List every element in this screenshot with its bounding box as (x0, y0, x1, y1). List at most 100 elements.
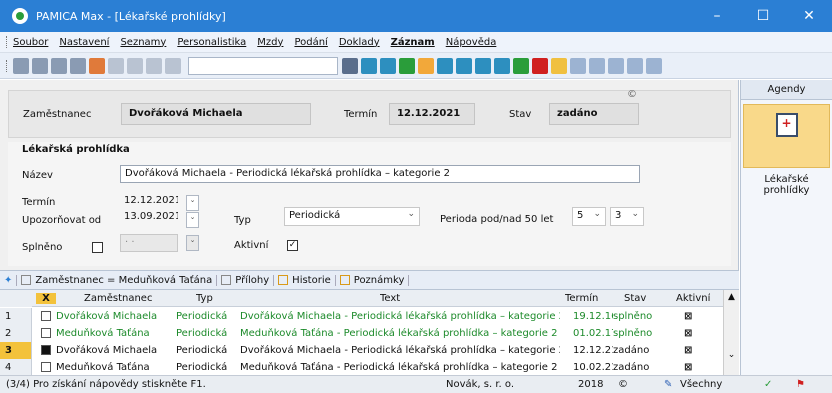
status-year: 2018 (578, 379, 604, 390)
row-number[interactable]: 2 (0, 325, 32, 342)
grid-icon-2[interactable] (456, 57, 472, 74)
paste-icon[interactable] (165, 57, 181, 74)
notify-field[interactable]: 13.09.2021 (120, 209, 178, 225)
col-text[interactable]: Text (380, 293, 400, 304)
attachment-icon (221, 275, 232, 285)
table-row[interactable]: 3 Dvořáková Michaela Periodická Dvořáková M… (0, 342, 723, 359)
filter-icon[interactable] (342, 57, 358, 74)
menu-seznamy[interactable]: Seznamy (120, 37, 166, 48)
grid-scrollbar[interactable]: ▲ ⌄ (723, 290, 739, 375)
cell-employee: Dvořáková Michaela (56, 345, 158, 356)
view-icon-3[interactable] (627, 57, 643, 74)
preview-icon[interactable] (70, 57, 86, 74)
tab-historie[interactable]: Historie (278, 274, 336, 286)
folder-icon[interactable] (551, 57, 567, 74)
star-icon[interactable] (418, 57, 434, 74)
col-employee[interactable]: Zaměstnanec (84, 293, 152, 304)
tab-poznamky[interactable]: Poznámky (339, 274, 410, 286)
filter-red-icon[interactable] (532, 57, 548, 74)
toolbar-combo[interactable] (188, 56, 338, 75)
tab-prilohy[interactable]: Přílohy (221, 274, 275, 286)
cell-type: Periodická (176, 328, 228, 339)
row-number[interactable]: 3 (0, 342, 32, 359)
cell-term: 19.12.16 (573, 311, 613, 322)
col-term[interactable]: Termín (565, 293, 598, 304)
pin-icon[interactable]: ✦ (4, 274, 18, 286)
done-spinner[interactable]: ⌄ (186, 235, 199, 251)
menu-personalistika[interactable]: Personalistika (177, 37, 246, 48)
print-icon[interactable] (51, 57, 67, 74)
cell-type: Periodická (176, 311, 228, 322)
col-active[interactable]: Aktivní (676, 293, 710, 304)
col-x[interactable]: X (36, 292, 56, 304)
agendy-header: Agendy (741, 80, 832, 100)
status-filter[interactable]: Všechny (680, 379, 722, 390)
row-number[interactable]: 1 (0, 308, 32, 325)
col-state[interactable]: Stav (624, 293, 646, 304)
status-flag-icon[interactable]: ⚑ (796, 379, 805, 390)
cell-text: Meduňková Taťána - Periodická lékařská p… (240, 328, 558, 339)
period-label: Perioda pod/nad 50 let (440, 214, 554, 225)
cell-active-checkbox[interactable]: ⊠ (684, 328, 692, 339)
table-row[interactable]: 2 Meduňková Taťána Periodická Meduňková Tať… (0, 325, 723, 342)
export-icon[interactable] (361, 57, 377, 74)
period-under-select[interactable]: 5 ⌄ (572, 207, 606, 226)
grid-icon-3[interactable] (475, 57, 491, 74)
tab-filter-employee[interactable]: Zaměstnanec = Meduňková Taťána (21, 274, 218, 286)
cell-active-checkbox[interactable]: ⊠ (684, 311, 692, 322)
col-type[interactable]: Typ (196, 293, 213, 304)
period-over-select[interactable]: 3 ⌄ (610, 207, 644, 226)
menu-soubor[interactable]: Soubor (13, 37, 48, 48)
exam-term-field[interactable]: 12.12.2021 (120, 193, 178, 209)
maximize-button[interactable]: ☐ (740, 0, 786, 32)
import-icon[interactable] (380, 57, 396, 74)
grid-icon-1[interactable] (437, 57, 453, 74)
menu-mzdy[interactable]: Mzdy (257, 37, 283, 48)
done-checkbox[interactable] (92, 242, 103, 253)
row-checkbox[interactable] (41, 328, 51, 338)
agendy-item-lekarske-prohlidky[interactable] (743, 104, 830, 168)
done-date-field[interactable]: · · (120, 234, 178, 252)
help-icon[interactable] (646, 57, 662, 74)
period-under-value: 5 (577, 210, 584, 221)
table-row[interactable]: 1 Dvořáková Michaela Periodická Dvořáková M… (0, 308, 723, 325)
filter-green-icon[interactable] (513, 57, 529, 74)
close-button[interactable]: ✕ (786, 0, 832, 32)
cell-active-checkbox[interactable]: ⊠ (684, 362, 692, 373)
active-checkbox[interactable]: ✓ (287, 240, 298, 251)
menu-podani[interactable]: Podání (294, 37, 327, 48)
table-icon[interactable] (570, 57, 586, 74)
save-all-icon[interactable] (146, 57, 162, 74)
view-icon-1[interactable] (589, 57, 605, 74)
term-spinner[interactable]: ⌄ (186, 195, 199, 211)
menu-doklady[interactable]: Doklady (339, 37, 380, 48)
record-first-icon[interactable] (13, 57, 29, 74)
copy-icon[interactable] (89, 57, 105, 74)
cell-text: Dvořáková Michaela - Periodická lékařská… (240, 345, 560, 356)
menu-napoveda[interactable]: Nápověda (446, 37, 497, 48)
scroll-up-icon[interactable]: ▲ (724, 292, 739, 302)
save-icon[interactable] (127, 57, 143, 74)
row-checkbox[interactable] (41, 311, 51, 321)
scroll-down-icon[interactable]: ⌄ (724, 350, 739, 360)
name-field[interactable]: Dvořáková Michaela - Periodická lékařská… (120, 165, 640, 183)
cell-active-checkbox[interactable]: ⊠ (684, 345, 692, 356)
view-icon-2[interactable] (608, 57, 624, 74)
grid-icon-4[interactable] (494, 57, 510, 74)
record-prev-icon[interactable] (32, 57, 48, 74)
type-select[interactable]: Periodická ⌄ (284, 207, 420, 226)
notify-spinner[interactable]: ⌄ (186, 212, 199, 228)
person-icon[interactable] (399, 57, 415, 74)
status-check-icon[interactable]: ✓ (764, 379, 772, 390)
table-row[interactable]: 4 Meduňková Taťána Periodická Meduňková Tať… (0, 359, 723, 376)
new-icon[interactable] (108, 57, 124, 74)
minimize-button[interactable]: – (694, 0, 740, 32)
menu-nastaveni[interactable]: Nastavení (59, 37, 109, 48)
row-checkbox[interactable] (41, 345, 51, 355)
window-title: PAMICA Max - [Lékařské prohlídky] (36, 9, 226, 23)
chevron-down-icon: ⌄ (407, 209, 415, 219)
row-number[interactable]: 4 (0, 359, 32, 376)
row-checkbox[interactable] (41, 362, 51, 372)
menu-zaznam[interactable]: Záznam (391, 37, 435, 48)
state-label: Stav (509, 109, 532, 120)
